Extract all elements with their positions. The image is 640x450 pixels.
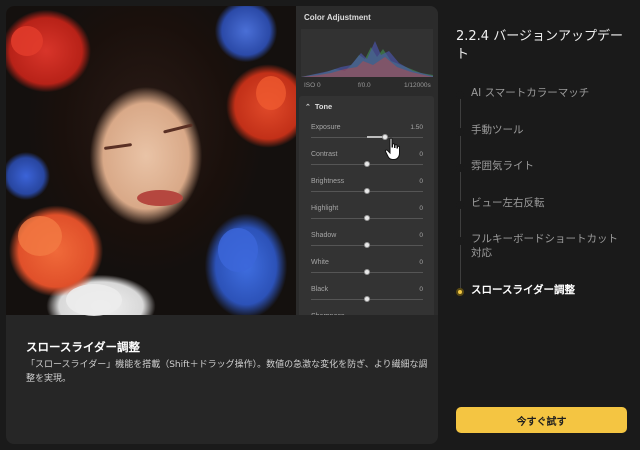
slider-row-highlight: Highlight 0 — [299, 205, 434, 232]
slider-label: Black — [311, 286, 329, 293]
orange-flower — [256, 76, 286, 110]
panel-title: Color Adjustment — [304, 13, 371, 22]
slider-row-sharpness: Sharpness — [299, 313, 434, 315]
slider-track[interactable] — [311, 134, 423, 140]
closed-eye-right — [163, 123, 193, 134]
slider-track[interactable] — [311, 161, 423, 167]
slider-label: Shadow — [311, 232, 337, 239]
try-now-button[interactable]: 今すぐ試す — [456, 407, 627, 433]
tone-section: ⌃ Tone Exposure 1.50 Contrast 0 Brightness 0 Hi… — [299, 96, 434, 315]
timeline-item-label: 雰囲気ライト — [471, 160, 534, 172]
blue-flower — [218, 228, 258, 272]
slider-track[interactable] — [311, 188, 423, 194]
slider-label: Brightness — [311, 178, 345, 185]
feature-description: 「スロースライダー」機能を搭載（Shift＋ドラッグ操作）。数値の急激な変化を防… — [26, 360, 428, 384]
slider-value: 0 — [419, 178, 423, 185]
slider-thumb[interactable] — [364, 215, 370, 221]
slider-label: Exposure — [311, 124, 341, 131]
preview-photo — [6, 6, 296, 316]
slider-label: White — [311, 259, 329, 266]
slider-value: 0 — [419, 259, 423, 266]
slider-row-white: White 0 — [299, 259, 434, 286]
slider-value: 0 — [419, 232, 423, 239]
slider-track[interactable] — [311, 215, 423, 221]
timeline-item-label: 手動ツール — [471, 124, 524, 136]
dot-icon — [456, 91, 464, 99]
slider-row-shadow: Shadow 0 — [299, 232, 434, 259]
iso-readout: ISO 0 — [304, 82, 321, 89]
slider-track[interactable] — [311, 296, 423, 302]
timeline-item-label: フルキーボードショートカット対応 — [471, 233, 618, 259]
update-title: 2.2.4 バージョンアップデート — [456, 29, 623, 62]
closed-eye-left — [103, 143, 133, 150]
color-adjustment-panel: Color Adjustment ISO 0 f/0.0 1/12000s ⌃ T… — [296, 6, 438, 315]
slider-thumb[interactable] — [364, 242, 370, 248]
slider-label: Contrast — [311, 151, 338, 158]
dot-icon — [456, 237, 464, 245]
timeline-item[interactable]: スロースライダー調整 — [456, 283, 626, 297]
slider-value: 1.50 — [410, 124, 423, 131]
slider-track[interactable] — [311, 269, 423, 275]
histogram — [301, 29, 433, 77]
timeline-item-label: スロースライダー調整 — [471, 284, 576, 296]
slider-value: 0 — [419, 151, 423, 158]
slider-row-black: Black 0 — [299, 286, 434, 313]
feature-title: スロースライダー調整 — [26, 340, 140, 354]
dot-icon — [456, 164, 464, 172]
slider-value: 0 — [419, 205, 423, 212]
slider-row-contrast: Contrast 0 — [299, 151, 434, 178]
tone-section-header[interactable]: ⌃ Tone — [305, 102, 332, 111]
active-dot-icon — [456, 288, 464, 296]
timeline-line — [460, 92, 461, 292]
white-flower — [66, 284, 122, 316]
timeline-item[interactable]: フルキーボードショートカット対応 — [456, 232, 626, 260]
slider-thumb[interactable] — [364, 161, 370, 167]
aperture-readout: f/0.0 — [358, 82, 371, 89]
slider-label: Sharpness — [311, 313, 344, 315]
slider-row-brightness: Brightness 0 — [299, 178, 434, 205]
timeline-item-label: AI スマートカラーマッチ — [471, 87, 590, 99]
timeline-item[interactable]: ビュー左右反転 — [456, 196, 626, 210]
tone-section-label: Tone — [314, 102, 333, 111]
slider-thumb[interactable] — [364, 296, 370, 302]
slider-value: 0 — [419, 286, 423, 293]
dot-icon — [456, 201, 464, 209]
slider-track[interactable] — [311, 242, 423, 248]
coral-flower — [18, 216, 62, 256]
dot-icon — [456, 128, 464, 136]
shutter-readout: 1/12000s — [404, 82, 431, 89]
slider-thumb[interactable] — [364, 188, 370, 194]
hand-pointer-icon — [384, 137, 400, 160]
timeline-item[interactable]: 手動ツール — [456, 123, 626, 137]
timeline-item[interactable]: AI スマートカラーマッチ — [456, 86, 626, 100]
lips — [137, 190, 183, 206]
timeline-item[interactable]: 雰囲気ライト — [456, 159, 626, 173]
red-flower — [11, 26, 43, 56]
slider-row-exposure: Exposure 1.50 — [299, 124, 434, 151]
timeline-item-label: ビュー左右反転 — [471, 197, 545, 209]
chevron-up-icon: ⌃ — [305, 104, 311, 111]
slider-label: Highlight — [311, 205, 339, 212]
feature-card: Color Adjustment ISO 0 f/0.0 1/12000s ⌃ T… — [6, 6, 438, 444]
slider-thumb[interactable] — [364, 269, 370, 275]
